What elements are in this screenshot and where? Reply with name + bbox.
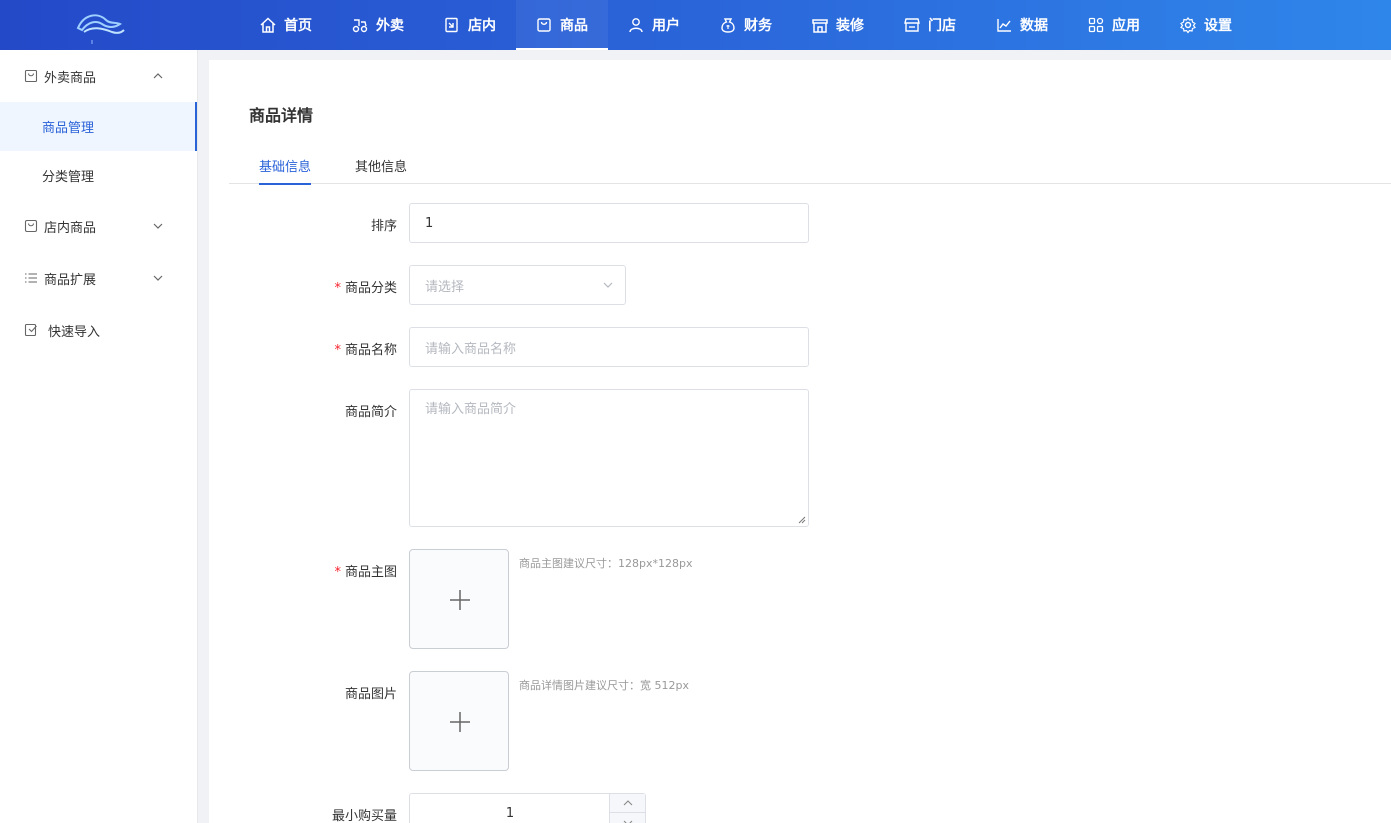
bag-icon (24, 69, 38, 83)
sidebar-item-quick-import[interactable]: 快速导入 (0, 304, 197, 356)
chevron-up-icon (153, 73, 163, 79)
bag-icon (24, 219, 38, 233)
nav-item-label: 门店 (928, 18, 956, 34)
main-image-uploader[interactable] (409, 549, 509, 649)
category-select[interactable]: 请选择 (409, 265, 626, 305)
logo-icon (76, 14, 125, 44)
sidebar-group-label: 店内商品 (44, 220, 97, 236)
nav-item-label: 店内 (468, 18, 496, 34)
plus-icon (450, 590, 470, 610)
sidebar: 外卖商品 商品管理 分类管理 店内商品 商品扩展 快速导入 (0, 50, 198, 823)
name-input[interactable]: 请输入商品名称 (409, 327, 809, 367)
nav-item-label: 数据 (1020, 18, 1048, 34)
chart-icon (997, 19, 1011, 32)
nav-item-label: 商品 (560, 18, 588, 34)
storefront-icon (812, 19, 828, 33)
chevron-down-icon (603, 282, 613, 288)
nav-item-apps[interactable]: 应用 (1068, 0, 1160, 50)
sidebar-item-label: 分类管理 (42, 170, 95, 185)
nav-item-label: 用户 (652, 18, 680, 34)
user-icon (629, 18, 643, 33)
sidebar-item-category-management[interactable]: 分类管理 (0, 151, 197, 200)
home-icon (260, 17, 276, 33)
nav-item-label: 外卖 (376, 18, 404, 34)
name-label: * 商品名称 (334, 343, 397, 358)
top-navigation-bar: 首页 外卖 店内 商品 用户 财务 装修 门店 数据 应用 设置 (0, 0, 1391, 50)
min-qty-label: 最小购买量 (331, 809, 397, 823)
nav-item-settings[interactable]: 设置 (1160, 0, 1252, 50)
gear-icon (1180, 17, 1196, 34)
sidebar-group-dine-in-products[interactable]: 店内商品 (0, 200, 197, 252)
nav-item-user[interactable]: 用户 (608, 0, 700, 50)
nav-item-label: 应用 (1112, 18, 1140, 34)
shop-icon (904, 18, 920, 32)
apps-icon (1088, 17, 1104, 33)
plus-icon (450, 712, 470, 732)
increment-button[interactable] (610, 794, 646, 813)
nav-item-label: 装修 (836, 18, 864, 34)
sidebar-group-label: 商品扩展 (44, 272, 97, 288)
import-icon (24, 323, 37, 337)
sidebar-item-product-management[interactable]: 商品管理 (0, 102, 197, 151)
images-label: 商品图片 (344, 687, 397, 702)
dine-in-icon (445, 17, 458, 33)
nav-item-label: 设置 (1204, 18, 1232, 34)
money-bag-icon (721, 18, 735, 33)
tab-basic-info[interactable]: 基础信息 (259, 156, 312, 185)
main-content: 商品详情 基础信息 其他信息 排序 1 * 商品分类 请选择 * 商品名称 请输入商… (209, 60, 1391, 823)
nav-item-delivery[interactable]: 外卖 (332, 0, 424, 50)
main-image-label: * 商品主图 (334, 565, 397, 580)
tab-bar: 基础信息 其他信息 (229, 150, 1391, 185)
intro-textarea[interactable]: 请输入商品简介 (409, 389, 809, 527)
images-uploader[interactable] (409, 671, 509, 771)
chevron-down-icon (623, 820, 633, 823)
product-icon (537, 18, 551, 32)
sidebar-group-label: 快速导入 (48, 324, 101, 340)
min-qty-value[interactable]: 1 (410, 794, 610, 823)
sort-label: 排序 (370, 219, 397, 234)
chevron-down-icon (153, 223, 163, 229)
chevron-up-icon (623, 800, 633, 806)
intro-label: 商品简介 (344, 405, 397, 420)
sidebar-item-label: 商品管理 (42, 121, 95, 136)
list-icon (25, 273, 37, 283)
nav-item-dine-in[interactable]: 店内 (424, 0, 516, 50)
nav-item-product[interactable]: 商品 (516, 0, 608, 50)
chevron-down-icon (153, 275, 163, 281)
tab-other-info[interactable]: 其他信息 (355, 156, 407, 183)
delivery-icon (352, 19, 368, 33)
main-image-hint: 商品主图建议尺寸：128px*128px (519, 557, 693, 570)
nav-item-finance[interactable]: 财务 (700, 0, 792, 50)
sidebar-group-product-extension[interactable]: 商品扩展 (0, 252, 197, 304)
nav-item-label: 首页 (284, 18, 312, 34)
images-hint: 商品详情图片建议尺寸：宽 512px (519, 679, 689, 692)
nav-item-decoration[interactable]: 装修 (792, 0, 884, 50)
nav-item-data[interactable]: 数据 (976, 0, 1068, 50)
page-title: 商品详情 (249, 106, 314, 125)
sidebar-group-label: 外卖商品 (44, 70, 97, 86)
stepper-buttons (609, 794, 646, 823)
decrement-button[interactable] (610, 813, 646, 823)
nav-item-shop[interactable]: 门店 (884, 0, 976, 50)
sidebar-group-delivery-products[interactable]: 外卖商品 (0, 50, 197, 102)
main-nav: 首页 外卖 店内 商品 用户 财务 装修 门店 数据 应用 设置 (240, 0, 1252, 50)
sort-input[interactable]: 1 (409, 203, 809, 243)
category-label: * 商品分类 (334, 281, 397, 296)
min-qty-stepper[interactable]: 1 (409, 793, 646, 823)
nav-item-home[interactable]: 首页 (240, 0, 332, 50)
resize-handle-icon[interactable] (798, 516, 806, 524)
nav-item-label: 财务 (744, 18, 772, 34)
